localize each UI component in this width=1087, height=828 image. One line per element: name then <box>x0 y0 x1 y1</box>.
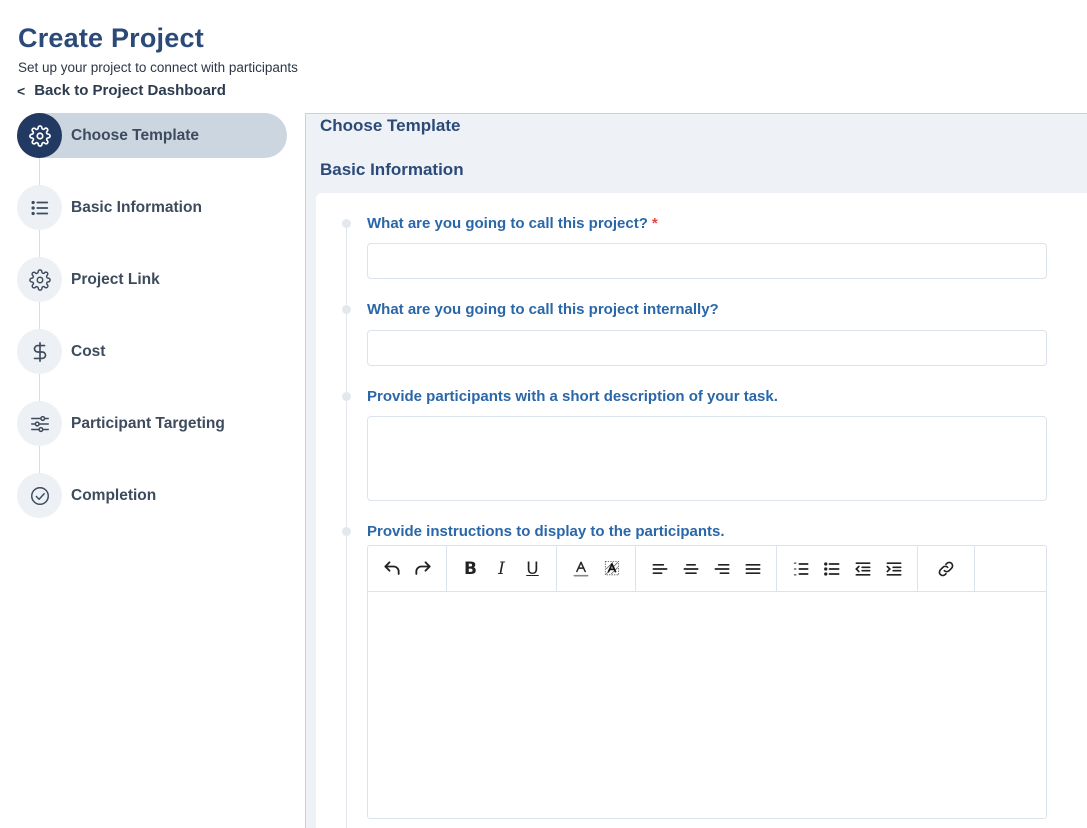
project-name-label: What are you going to call this project?… <box>367 215 658 232</box>
basic-information-form: What are you going to call this project?… <box>316 193 1087 828</box>
page-header: Create Project Set up your project to co… <box>17 20 298 100</box>
step-label: Participant Targeting <box>71 414 225 432</box>
align-center-icon[interactable] <box>675 554 706 584</box>
timeline-dot <box>342 219 351 228</box>
field-instructions: Provide instructions to display to the p… <box>342 523 1062 823</box>
bold-button[interactable]: B <box>455 554 486 584</box>
step-label: Completion <box>71 486 157 504</box>
sliders-icon <box>17 401 62 446</box>
step-label: Cost <box>71 342 106 360</box>
gear-icon <box>17 257 62 302</box>
list-icon <box>17 185 62 230</box>
page-title: Create Project <box>18 23 204 53</box>
timeline-dot <box>342 392 351 401</box>
chevron-left-icon: < <box>17 83 26 99</box>
step-completion[interactable]: Completion <box>17 473 287 518</box>
italic-button[interactable]: I <box>486 554 517 584</box>
indent-icon[interactable] <box>878 554 909 584</box>
step-basic-information[interactable]: Basic Information <box>17 185 287 230</box>
toolbar-group-lists <box>777 546 918 591</box>
step-label: Project Link <box>71 270 160 288</box>
section-title-choose-template: Choose Template <box>320 116 461 135</box>
redo-icon[interactable] <box>407 554 438 584</box>
step-navigation: Choose Template Basic Information Projec… <box>17 113 287 545</box>
undo-icon[interactable] <box>376 554 407 584</box>
step-label: Choose Template <box>71 126 200 144</box>
align-justify-icon[interactable] <box>737 554 768 584</box>
editor-toolbar: B I U <box>368 546 1046 592</box>
back-to-dashboard-link[interactable]: < Back to Project Dashboard <box>17 82 298 100</box>
section-title-basic-information: Basic Information <box>320 160 464 179</box>
required-marker: * <box>651 215 658 232</box>
back-link-label: Back to Project Dashboard <box>34 82 226 99</box>
step-label: Basic Information <box>71 198 202 216</box>
short-description-textarea[interactable] <box>367 416 1047 501</box>
main-panel: Choose Template Basic Information What a… <box>305 113 1087 828</box>
bullet-list-icon[interactable] <box>816 554 847 584</box>
short-description-label: Provide participants with a short descri… <box>367 388 778 405</box>
gear-icon <box>17 113 62 158</box>
outdent-icon[interactable] <box>847 554 878 584</box>
highlight-color-icon[interactable] <box>596 554 627 584</box>
toolbar-group-link <box>918 546 975 591</box>
toolbar-group-align <box>636 546 777 591</box>
align-right-icon[interactable] <box>706 554 737 584</box>
step-cost[interactable]: Cost <box>17 329 287 374</box>
instructions-rich-text-editor: B I U <box>367 545 1047 819</box>
timeline-dot <box>342 305 351 314</box>
field-short-description: Provide participants with a short descri… <box>342 388 1062 501</box>
dollar-icon <box>17 329 62 374</box>
toolbar-group-color <box>557 546 636 591</box>
timeline-dot <box>342 527 351 536</box>
check-circle-icon <box>17 473 62 518</box>
toolbar-group-history <box>368 546 447 591</box>
step-project-link[interactable]: Project Link <box>17 257 287 302</box>
ordered-list-icon[interactable] <box>785 554 816 584</box>
text-color-icon[interactable] <box>565 554 596 584</box>
toolbar-group-format: B I U <box>447 546 557 591</box>
step-choose-template[interactable]: Choose Template <box>17 113 287 158</box>
page-subtitle: Set up your project to connect with part… <box>18 60 298 75</box>
align-left-icon[interactable] <box>644 554 675 584</box>
link-icon[interactable] <box>926 554 966 584</box>
internal-name-input[interactable] <box>367 330 1047 366</box>
project-name-input[interactable] <box>367 243 1047 279</box>
field-internal-name: What are you going to call this project … <box>342 301 1062 371</box>
step-participant-targeting[interactable]: Participant Targeting <box>17 401 287 446</box>
instructions-editor-content[interactable] <box>368 592 1046 818</box>
underline-button[interactable]: U <box>517 554 548 584</box>
internal-name-label: What are you going to call this project … <box>367 301 719 318</box>
field-project-name: What are you going to call this project?… <box>342 215 1062 285</box>
instructions-label: Provide instructions to display to the p… <box>367 523 725 540</box>
